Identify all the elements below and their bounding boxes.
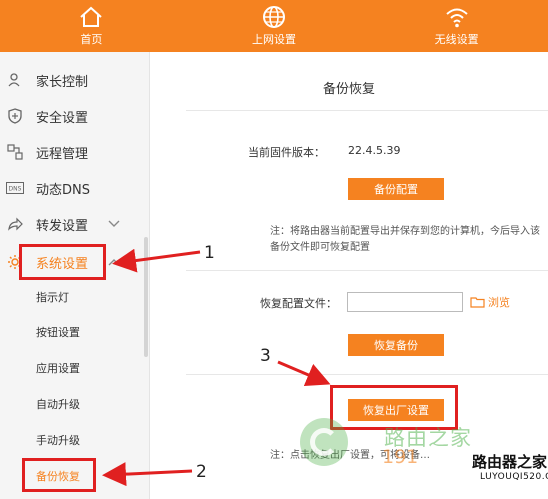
nav-internet-settings[interactable]: 上网设置 (183, 0, 366, 52)
sidebar-subitem-auto-upgrade[interactable]: 自动升级 (0, 390, 150, 418)
restore-file-input[interactable] (347, 292, 463, 312)
firmware-version: 22.4.5.39 (348, 144, 401, 157)
sidebar-subitem-button-settings[interactable]: 按钮设置 (0, 318, 150, 346)
watermark-brand: 路由器之家 (472, 453, 548, 471)
highlight-backup-restore (22, 458, 96, 492)
watermark: 路由之家 191 路由器之家 LUYOUQI520.COM (300, 408, 548, 499)
nav-home-label: 首页 (80, 33, 103, 46)
divider (186, 374, 548, 375)
sidebar-item-label: 安全设置 (36, 110, 89, 126)
shield-icon (6, 107, 24, 125)
restore-config-label: 恢复配置文件： (260, 297, 337, 310)
divider (186, 110, 548, 111)
annotation-number-1: 1 (204, 243, 215, 263)
dns-icon: DNS (6, 179, 24, 197)
subitem-label: 指示灯 (36, 291, 69, 304)
folder-icon (470, 297, 485, 308)
annotation-number-3: 3 (260, 346, 271, 366)
restore-backup-button[interactable]: 恢复备份 (348, 334, 444, 356)
divider (186, 270, 548, 271)
remote-management-icon (6, 143, 24, 161)
browse-button[interactable]: 浏览 (470, 292, 510, 312)
nav-wireless-label: 无线设置 (434, 33, 479, 46)
firmware-label: 当前固件版本： (248, 146, 325, 159)
svg-text:DNS: DNS (9, 186, 22, 193)
sidebar-subitem-manual-upgrade[interactable]: 手动升级 (0, 426, 150, 454)
subitem-label: 手动升级 (36, 434, 80, 447)
subitem-label: 自动升级 (36, 398, 80, 411)
backup-note: 注：将路由器当前配置导出并保存到您的计算机，今后导入该备份文件即可恢复配置 (270, 226, 540, 253)
forward-icon (6, 215, 24, 233)
top-navigation: 首页 上网设置 无线设置 (0, 0, 548, 52)
sidebar-item-parental-control[interactable]: 家长控制 (0, 65, 150, 95)
sidebar-item-label: 转发设置 (36, 218, 89, 234)
sidebar-item-dynamic-dns[interactable]: DNS 动态DNS (0, 173, 150, 203)
sidebar-item-label: 动态DNS (36, 182, 90, 198)
browse-label: 浏览 (488, 296, 510, 309)
sidebar-scrollbar[interactable] (144, 237, 148, 357)
subitem-label: 按钮设置 (36, 326, 80, 339)
annotation-number-2: 2 (196, 462, 207, 482)
sidebar-subitem-app-settings[interactable]: 应用设置 (0, 354, 150, 382)
backup-config-button[interactable]: 备份配置 (348, 178, 444, 200)
subitem-label: 应用设置 (36, 362, 80, 375)
nav-wireless-settings[interactable]: 无线设置 (365, 0, 548, 52)
home-icon (80, 6, 102, 27)
wifi-icon (446, 8, 468, 28)
watermark-url: LUYOUQI520.COM (480, 472, 548, 482)
sidebar-item-forwarding[interactable]: 转发设置 (0, 209, 150, 239)
highlight-system-settings (19, 244, 106, 280)
sidebar-item-security[interactable]: 安全设置 (0, 101, 150, 131)
sidebar-item-label: 家长控制 (36, 74, 89, 90)
chevron-down-icon[interactable] (108, 218, 120, 231)
watermark-number: 191 (382, 446, 419, 468)
sidebar-item-label: 远程管理 (36, 146, 89, 162)
sidebar-subitem-indicator[interactable]: 指示灯 (0, 283, 150, 311)
parental-control-icon (6, 71, 24, 89)
watermark-logo (300, 418, 348, 466)
sidebar-item-remote-management[interactable]: 远程管理 (0, 137, 150, 167)
page-title: 备份恢复 (322, 82, 375, 97)
globe-icon (263, 6, 285, 28)
nav-internet-label: 上网设置 (252, 33, 296, 46)
chevron-up-icon[interactable] (108, 256, 120, 269)
nav-home[interactable]: 首页 (0, 0, 183, 52)
